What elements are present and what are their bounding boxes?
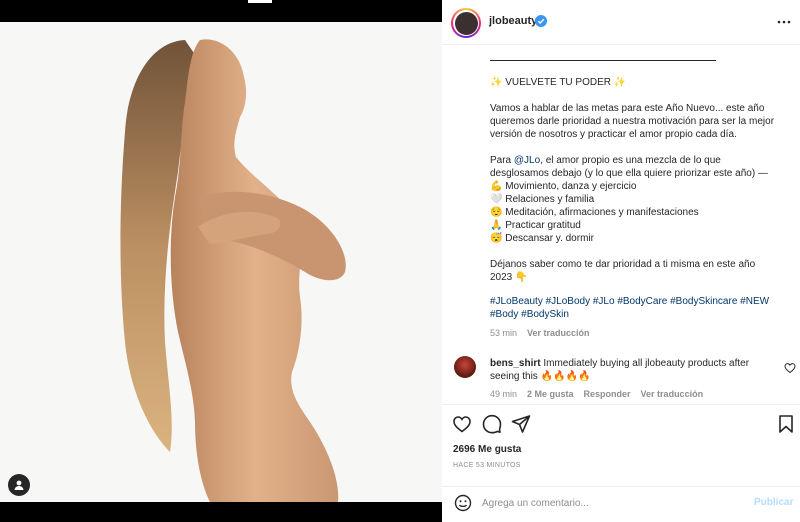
comment: bens_shirt Immediately buying all jlobea… [490, 357, 780, 383]
comment-time: 49 min [490, 389, 518, 399]
caption-line: Vamos a hablar de las metas para este Añ… [490, 103, 765, 114]
heart-icon[interactable] [452, 414, 472, 434]
commenter-username[interactable]: bens_shirt [490, 358, 541, 369]
post-timestamp: HACE 53 MINUTOS [453, 462, 521, 469]
caption-meta: 53 min Ver traducción [490, 328, 590, 338]
caption-line: Para @JLo, el amor propio es una mezcla … [490, 154, 721, 167]
caption-line: desglosamos debajo (y lo que ella quiere… [490, 168, 768, 179]
more-icon[interactable] [776, 14, 792, 30]
comment-like-heart-icon[interactable] [784, 362, 796, 374]
emoji-icon[interactable] [454, 494, 472, 512]
comment-see-translation-link[interactable]: Ver traducción [641, 389, 704, 399]
list-item: 🤍 Relaciones y familia [490, 194, 595, 205]
share-icon[interactable] [511, 414, 531, 434]
photo-bottom-bar [0, 502, 442, 522]
commenter-avatar[interactable] [454, 356, 476, 378]
list-item: 😴 Descansar y. dormir [490, 233, 594, 244]
comment-icon[interactable] [482, 414, 502, 434]
likes-count[interactable]: 2696 Me gusta [453, 444, 521, 455]
photo-pane [0, 0, 442, 522]
caption-divider [490, 60, 716, 61]
username[interactable]: jlobeauty [489, 15, 537, 27]
comment-meta: 49 min 2 Me gusta Responder Ver traducci… [490, 389, 703, 399]
caption-text: Para [490, 155, 514, 166]
caption-title: ✨ VUELVETE TU PODER ✨ [490, 77, 627, 88]
caption-time: 53 min [490, 328, 518, 338]
caption-line: 2023 👇 [490, 272, 528, 283]
see-translation-link[interactable]: Ver traducción [527, 328, 590, 338]
bookmark-icon[interactable] [776, 414, 796, 434]
figure-illustration [0, 22, 442, 502]
avatar[interactable] [451, 8, 481, 38]
list-item: 😌 Meditación, afirmaciones y manifestaci… [490, 207, 699, 218]
post-details-panel: jlobeauty ✨ VUELVETE TU PODER ✨ Vamos a … [442, 0, 800, 522]
verified-icon [535, 15, 547, 27]
post-image[interactable] [0, 22, 442, 502]
list-item: 🙏 Practicar gratitud [490, 220, 581, 231]
caption-line: Déjanos saber como te dar prioridad a ti… [490, 259, 756, 270]
post-modal: jlobeauty ✨ VUELVETE TU PODER ✨ Vamos a … [0, 0, 800, 522]
actions-divider [442, 404, 800, 405]
hashtags[interactable]: #JLoBeauty #JLoBody #JLo #BodyCare #Body… [490, 295, 790, 321]
caption-line: queremos darle prioridad a nuestra motiv… [490, 116, 775, 127]
caption-line: versión de nosotros y practicar el amor … [490, 129, 737, 140]
photo-top-bar [0, 0, 442, 22]
post-header: jlobeauty [442, 0, 800, 45]
publish-button[interactable]: Publicar [754, 497, 793, 508]
carousel-strip [248, 0, 272, 3]
list-item: 💪 Movimiento, danza y ejercicio [490, 181, 637, 192]
reply-button[interactable]: Responder [584, 389, 631, 399]
user-tag-icon[interactable] [8, 474, 30, 496]
comment-input[interactable] [482, 495, 742, 511]
mention-link[interactable]: @JLo [514, 155, 540, 166]
comment-likes-link[interactable]: 2 Me gusta [527, 389, 574, 399]
caption-text: , el amor propio es una mezcla de lo que [540, 155, 721, 166]
